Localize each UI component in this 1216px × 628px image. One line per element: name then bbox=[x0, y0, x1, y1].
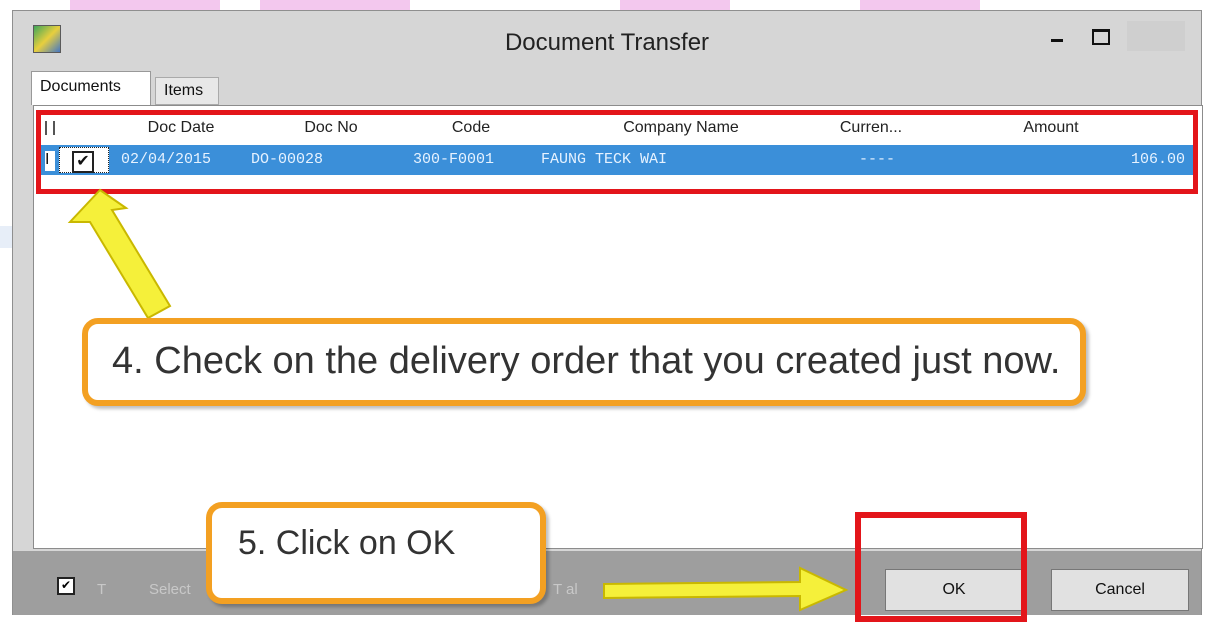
select-all-checkbox[interactable]: ✔ bbox=[57, 577, 75, 595]
tab-documents[interactable]: Documents bbox=[31, 71, 151, 105]
callout-step-4: 4. Check on the delivery order that you … bbox=[82, 318, 1086, 406]
outer-document-strip bbox=[0, 0, 1216, 10]
highlight-fragment bbox=[620, 0, 730, 10]
maximize-icon bbox=[1092, 29, 1110, 45]
minimize-button[interactable] bbox=[1037, 21, 1077, 51]
highlight-fragment bbox=[860, 0, 980, 10]
row-select-cell[interactable]: ✔ bbox=[59, 147, 109, 173]
grid-header: Doc Date Doc No Code Company Name Curren… bbox=[41, 115, 1193, 145]
highlight-fragment bbox=[70, 0, 220, 10]
col-currency[interactable]: Curren... bbox=[811, 119, 931, 137]
cell-currency: ---- bbox=[859, 151, 896, 168]
column-chooser-icon[interactable] bbox=[45, 121, 55, 135]
tab-items[interactable]: Items bbox=[155, 77, 219, 105]
faint-label: T bbox=[97, 581, 107, 598]
window-title: Document Transfer bbox=[504, 29, 710, 56]
close-button[interactable] bbox=[1127, 21, 1185, 51]
documents-grid: Doc Date Doc No Code Company Name Curren… bbox=[36, 110, 1198, 194]
cell-doc-date: 02/04/2015 bbox=[121, 151, 212, 168]
select-all-label: Select bbox=[149, 581, 191, 598]
callout-step-5: 5. Click on OK bbox=[206, 502, 546, 604]
table-row[interactable]: I ✔ 02/04/2015 DO-00028 300-F0001 FAUNG … bbox=[41, 145, 1193, 175]
cell-amount: 106.00 bbox=[1131, 151, 1186, 168]
highlight-fragment bbox=[260, 0, 410, 10]
title-bar: Document Transfer bbox=[13, 11, 1201, 67]
row-indicator: I bbox=[45, 151, 55, 171]
row-checkbox[interactable]: ✔ bbox=[72, 151, 94, 173]
cell-company-name: FAUNG TECK WAI bbox=[541, 151, 668, 168]
col-code[interactable]: Code bbox=[411, 119, 531, 137]
maximize-button[interactable] bbox=[1081, 21, 1121, 51]
col-amount[interactable]: Amount bbox=[991, 119, 1111, 137]
cancel-button[interactable]: Cancel bbox=[1051, 569, 1189, 611]
minimize-icon bbox=[1051, 39, 1063, 42]
col-company-name[interactable]: Company Name bbox=[581, 119, 781, 137]
cell-code: 300-F0001 bbox=[413, 151, 495, 168]
ok-highlight-box bbox=[855, 512, 1027, 622]
col-doc-no[interactable]: Doc No bbox=[271, 119, 391, 137]
col-doc-date[interactable]: Doc Date bbox=[121, 119, 241, 137]
cell-doc-no: DO-00028 bbox=[251, 151, 324, 168]
faint-label: T al bbox=[553, 581, 578, 598]
